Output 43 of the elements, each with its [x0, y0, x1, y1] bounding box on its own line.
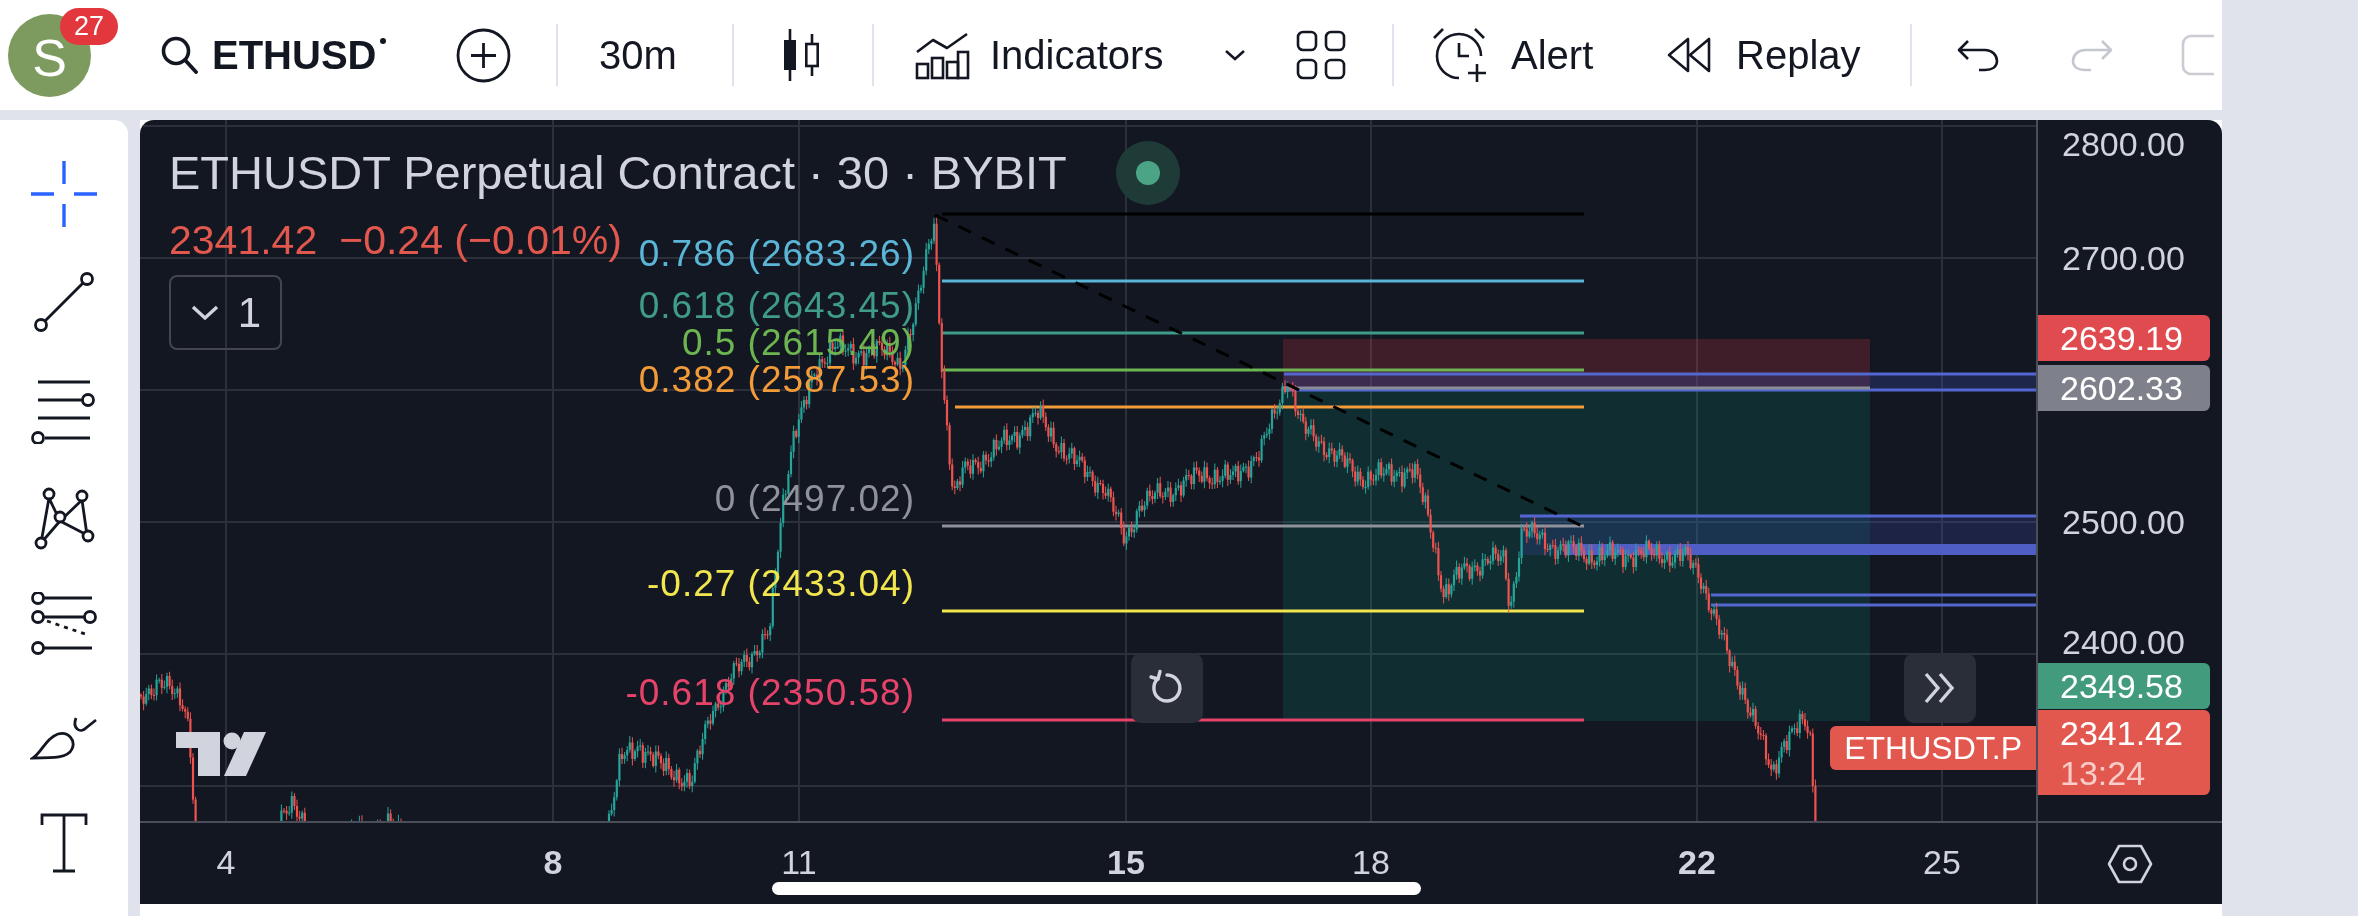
date-label: 25: [1923, 845, 1961, 879]
countdown: 13:24: [2060, 752, 2147, 793]
search-icon: [160, 35, 198, 75]
price-label: 2800.00: [2062, 124, 2185, 164]
bar-chart-icon: [914, 30, 970, 80]
date-label: 4: [216, 845, 236, 879]
undo-icon: [1955, 38, 2000, 72]
crosshair-tool-button[interactable]: [28, 160, 100, 228]
date-label: 22: [1678, 845, 1716, 879]
alert-button[interactable]: Alert: [1431, 20, 1606, 90]
price-label: 2400.00: [2062, 622, 2185, 662]
crosshair-icon: [30, 160, 98, 228]
symbol-tag: ETHUSDT.P: [1830, 726, 2036, 770]
level-label: 0.786 (2683.26): [638, 232, 915, 274]
interval-button[interactable]: 30m: [599, 20, 689, 90]
date-label: 18: [1352, 845, 1390, 879]
alarm-clock-icon: [1431, 26, 1489, 84]
price-change: −0.24 (−0.01%): [339, 216, 622, 264]
scroll-to-latest-button[interactable]: [1904, 653, 1976, 723]
symbol-search-button[interactable]: ETHUSD: [160, 20, 394, 90]
chevron-down-icon: [189, 303, 220, 322]
last-price: 2341.42: [169, 216, 318, 264]
chevron-down-icon: [1224, 48, 1246, 62]
price-value: 2341.42: [2060, 712, 2184, 753]
reset-chart-button[interactable]: [1131, 653, 1203, 723]
collapse-indicators-button[interactable]: 1: [169, 275, 282, 350]
date-label: 15: [1107, 845, 1145, 879]
price-label: 2700.00: [2062, 238, 2185, 278]
chart-logo-icon: [176, 732, 266, 776]
indicators-button[interactable]: Indicators: [914, 20, 1186, 90]
date-label: 11: [781, 845, 817, 879]
dot-icon: [380, 38, 387, 44]
price-value: 2349.58: [2060, 666, 2184, 706]
date-label: 8: [543, 845, 563, 879]
price-value: 2639.19: [2060, 318, 2184, 358]
price-value: 2602.33: [2060, 368, 2184, 408]
price-label: 2500.00: [2062, 502, 2185, 542]
grid-icon: [1296, 30, 1346, 80]
chart-title: ETHUSDT Perpetual Contract · 30 · BYBIT: [169, 145, 1067, 201]
replay-button[interactable]: Replay: [1666, 20, 1871, 90]
redo-icon: [2070, 38, 2115, 72]
settings-icon: [2107, 843, 2153, 884]
plus-circle-icon: [456, 27, 511, 83]
